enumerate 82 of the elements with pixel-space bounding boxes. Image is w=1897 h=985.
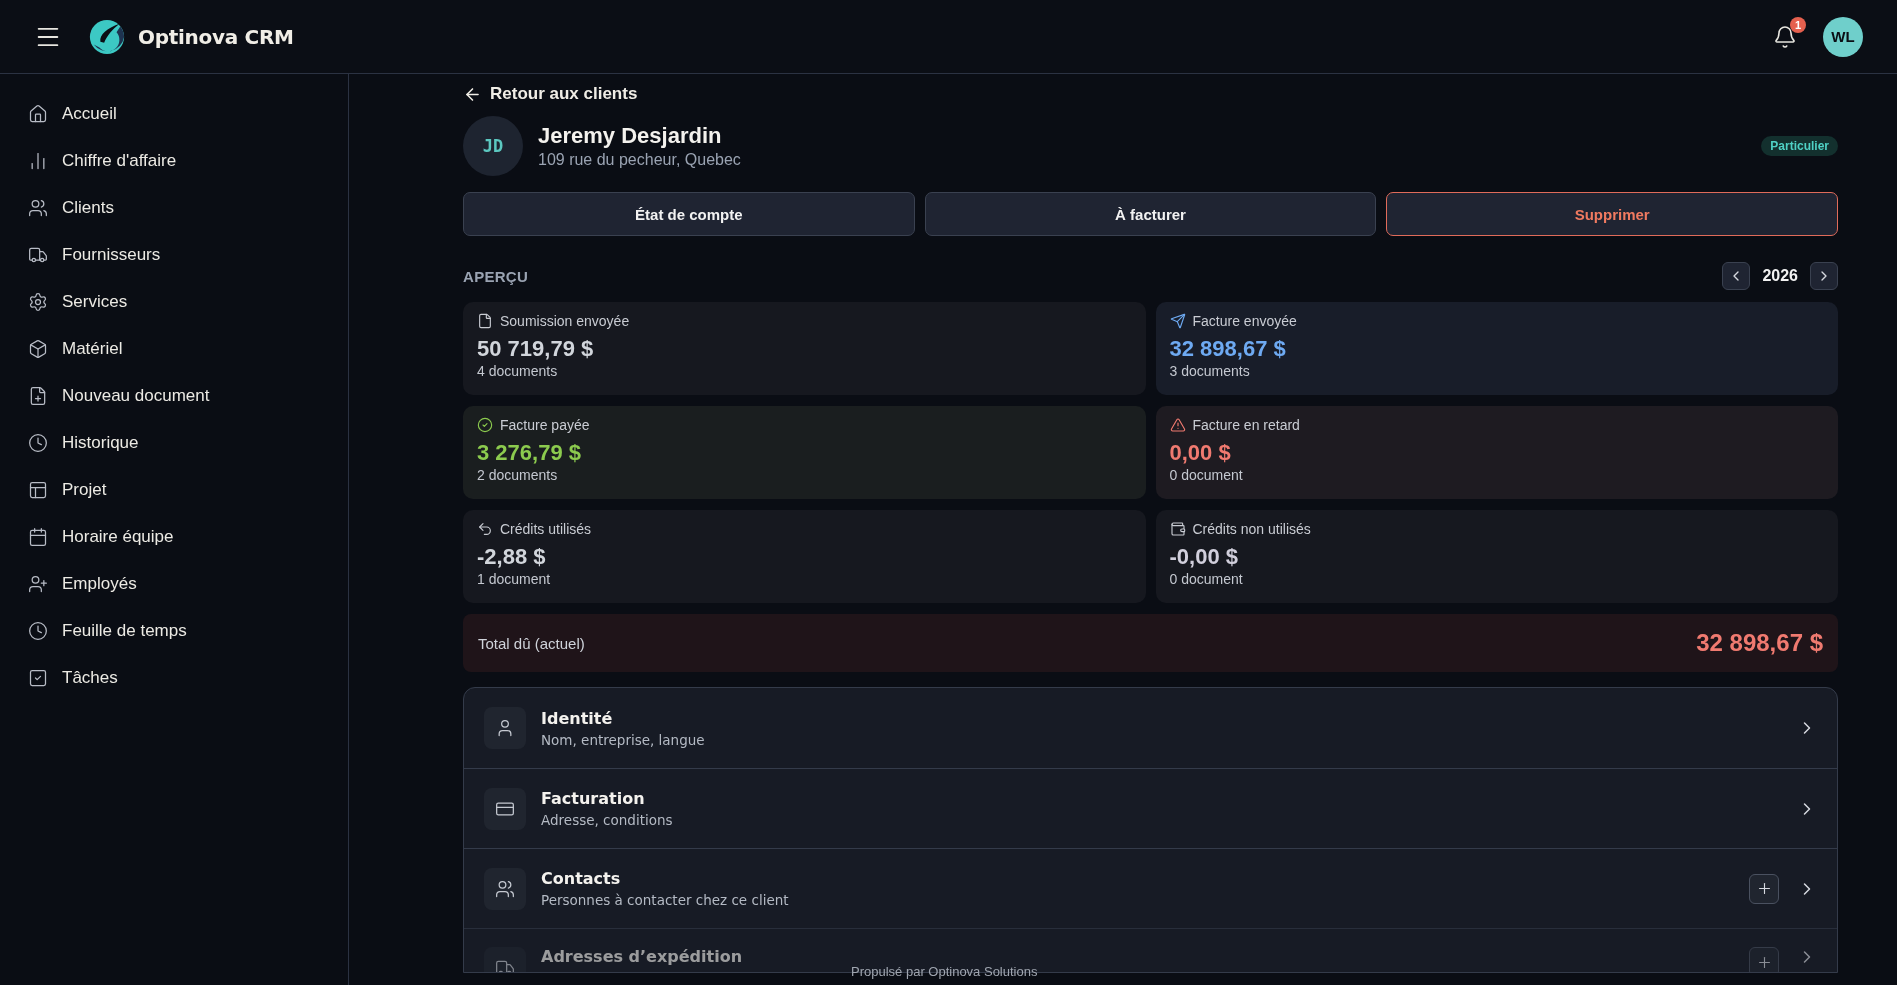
logo-icon: [88, 17, 126, 56]
sidebar-item[interactable]: Horaire équipe: [28, 513, 174, 560]
year-label: 2026: [1762, 267, 1798, 285]
calendar-icon: [28, 526, 48, 547]
section-row[interactable]: Facturation Adresse, conditions: [464, 768, 1837, 848]
stat-label: Facture envoyée: [1192, 313, 1297, 329]
sidebar-item[interactable]: Chiffre d'affaire: [28, 137, 177, 184]
stat-amount: 3 276,79 $: [477, 440, 582, 466]
credit-card-icon: [484, 787, 526, 830]
section-row-subtitle: Personnes à contacter chez ce client: [541, 892, 789, 908]
client-type-badge: Particulier: [1761, 136, 1838, 156]
users-icon: [28, 197, 48, 218]
add-button[interactable]: [1749, 947, 1779, 972]
stat-count: 0 document: [1169, 467, 1244, 483]
sidebar-item[interactable]: Matériel: [28, 325, 123, 372]
sidebar-item[interactable]: Nouveau document: [28, 372, 210, 419]
notification-count: 1: [1790, 16, 1806, 33]
section-title: APERÇU: [463, 267, 529, 285]
sidebar-item[interactable]: Historique: [28, 419, 139, 466]
client-avatar: JD: [463, 116, 523, 176]
user-icon: [484, 707, 526, 749]
home-icon: [28, 103, 48, 124]
sidebar-item[interactable]: Feuille de temps: [28, 607, 187, 654]
cube-icon: [28, 338, 48, 359]
stat-count: 2 documents: [477, 467, 559, 483]
sidebar-item[interactable]: Clients: [28, 184, 114, 231]
stat-label: Crédits utilisés: [500, 521, 592, 537]
stat-amount: -2,88 $: [477, 544, 547, 570]
section-row-title: Adresses d’expédition: [541, 947, 743, 966]
checkbox-icon: [28, 667, 48, 688]
sidebar-item[interactable]: Projet: [28, 466, 107, 513]
sidebar-item[interactable]: Tâches: [28, 654, 118, 701]
section-row-title: Identité: [541, 708, 614, 728]
stat-count: 1 document: [477, 571, 552, 587]
total-due-amount: 32 898,67 $: [1696, 629, 1823, 657]
sidebar-item[interactable]: Employés: [28, 560, 137, 607]
action-button[interactable]: À facturer: [924, 192, 1377, 236]
stat-amount: 32 898,67 $: [1169, 336, 1287, 362]
back-link[interactable]: Retour aux clients: [463, 84, 638, 104]
stat-count: 0 document: [1169, 571, 1244, 587]
sidebar-item[interactable]: Accueil: [28, 90, 117, 137]
stat-amount: -0,00 $: [1169, 544, 1239, 570]
next-year-button[interactable]: [1810, 262, 1838, 290]
delete-button[interactable]: Supprimer: [1386, 192, 1838, 236]
users-icon: [484, 867, 526, 910]
send-icon: [1169, 313, 1186, 329]
section-row-title: Facturation: [541, 789, 646, 808]
section-row-subtitle: Nom, entreprise, langue: [541, 731, 705, 748]
stat-label: Facture en retard: [1192, 417, 1300, 433]
stat-count: 4 documents: [477, 363, 559, 379]
stat-amount: 50 719,79 $: [477, 336, 595, 362]
file-plus-icon: [28, 385, 48, 406]
clock-icon: [28, 620, 48, 641]
previous-year-button[interactable]: [1722, 262, 1751, 290]
user-avatar[interactable]: WL: [1823, 16, 1863, 57]
stat-label: Soumission envoyée: [500, 313, 630, 329]
check-circle-icon: [477, 417, 493, 433]
clock-icon: [28, 432, 48, 453]
layout-icon: [28, 479, 48, 500]
wallet-icon: [1169, 521, 1186, 537]
total-due-label: Total dû (actuel): [478, 634, 585, 652]
notification-button[interactable]: [1773, 24, 1797, 49]
warning-icon: [1169, 417, 1186, 433]
undo-icon: [477, 521, 493, 537]
stat-label: Crédits non utilisés: [1192, 521, 1311, 537]
settings-icon: [28, 291, 48, 312]
stat-amount: 0,00 $: [1169, 440, 1232, 466]
section-row[interactable]: Identité Nom, entreprise, langue: [464, 688, 1837, 768]
stat-count: 3 documents: [1169, 363, 1251, 379]
file-icon: [477, 313, 493, 329]
sidebar-item[interactable]: Services: [28, 278, 128, 325]
client-address: 109 rue du pecheur, Quebec: [538, 151, 741, 169]
section-row[interactable]: Contacts Personnes à contacter chez ce client: [464, 848, 1837, 928]
add-button[interactable]: [1749, 873, 1779, 904]
section-row-title: Contacts: [541, 869, 622, 888]
stat-label: Facture payée: [500, 417, 590, 433]
action-button[interactable]: État de compte: [463, 192, 915, 236]
app-name: Optinova CRM: [138, 24, 294, 49]
section-row-subtitle: Adresse, conditions: [541, 812, 673, 828]
user-plus-icon: [28, 573, 48, 594]
client-name: Jeremy Desjardin: [538, 123, 723, 149]
sidebar-item[interactable]: Fournisseurs: [28, 231, 161, 278]
